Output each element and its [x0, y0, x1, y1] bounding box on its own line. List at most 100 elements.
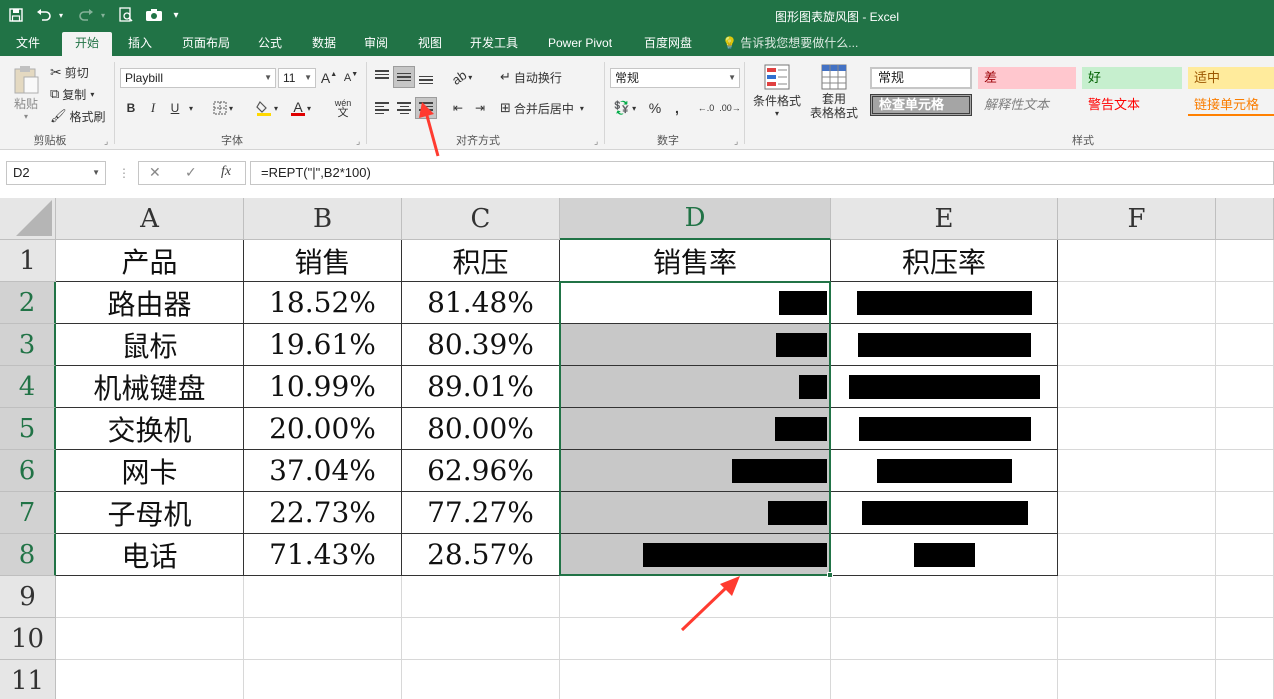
- cell-f8[interactable]: [1058, 534, 1216, 576]
- column-header-b[interactable]: B: [244, 198, 402, 240]
- style-warning[interactable]: 警告文本: [1082, 94, 1182, 116]
- cell-b4[interactable]: 10.99%: [244, 366, 402, 408]
- cell-b3[interactable]: 19.61%: [244, 324, 402, 366]
- decrease-indent-button[interactable]: ⇤: [448, 97, 468, 119]
- wrap-text-button[interactable]: ↵ 自动换行: [500, 66, 562, 88]
- increase-indent-button[interactable]: ⇥: [470, 97, 490, 119]
- column-header-c[interactable]: C: [402, 198, 560, 240]
- align-left-button[interactable]: [372, 97, 392, 119]
- cell-d8[interactable]: [560, 534, 831, 576]
- cell-c7[interactable]: 77.27%: [402, 492, 560, 534]
- font-name-combo[interactable]: Playbill ▼: [120, 68, 276, 88]
- tell-me-box[interactable]: 💡 告诉我您想要做什么...: [712, 32, 868, 56]
- phonetic-button[interactable]: wén 文: [328, 97, 358, 119]
- tab-insert[interactable]: 插入: [118, 32, 162, 56]
- cell-f10[interactable]: [1058, 618, 1216, 660]
- cell-g1[interactable]: [1216, 240, 1274, 282]
- cell-d4[interactable]: [560, 366, 831, 408]
- row-header-10[interactable]: 10: [0, 618, 56, 660]
- cell-g7[interactable]: [1216, 492, 1274, 534]
- cell-e8[interactable]: [831, 534, 1058, 576]
- cell-e4[interactable]: [831, 366, 1058, 408]
- cell-c2[interactable]: 81.48%: [402, 282, 560, 324]
- number-launcher-icon[interactable]: ⌟: [734, 136, 738, 147]
- tab-baidu-netdisk[interactable]: 百度网盘: [634, 32, 702, 56]
- cell-d2[interactable]: [560, 282, 831, 324]
- font-size-combo[interactable]: 11 ▼: [278, 68, 316, 88]
- style-check-cell[interactable]: 检查单元格: [870, 94, 972, 116]
- cell-g11[interactable]: [1216, 660, 1274, 699]
- cell-f9[interactable]: [1058, 576, 1216, 618]
- table-header-cell[interactable]: 产品: [56, 240, 244, 282]
- tab-view[interactable]: 视图: [408, 32, 452, 56]
- cell-b7[interactable]: 22.73%: [244, 492, 402, 534]
- cell-a6[interactable]: 网卡: [56, 450, 244, 492]
- cell-d9[interactable]: [560, 576, 831, 618]
- cell-f3[interactable]: [1058, 324, 1216, 366]
- row-header-6[interactable]: 6: [0, 450, 56, 492]
- cell-b9[interactable]: [244, 576, 402, 618]
- tab-home[interactable]: 开始: [62, 32, 112, 56]
- tab-file[interactable]: 文件: [6, 32, 50, 56]
- align-middle-button[interactable]: [393, 66, 415, 88]
- cell-g3[interactable]: [1216, 324, 1274, 366]
- number-format-combo[interactable]: 常规 ▼: [610, 68, 740, 88]
- tab-power-pivot[interactable]: Power Pivot: [538, 32, 622, 56]
- cell-f6[interactable]: [1058, 450, 1216, 492]
- enter-check-icon[interactable]: ✓: [185, 164, 197, 181]
- cell-c11[interactable]: [402, 660, 560, 699]
- cell-a4[interactable]: 机械键盘: [56, 366, 244, 408]
- cell-g5[interactable]: [1216, 408, 1274, 450]
- format-as-table-button[interactable]: 套用 表格格式: [804, 62, 864, 130]
- tab-formulas[interactable]: 公式: [248, 32, 292, 56]
- cell-e10[interactable]: [831, 618, 1058, 660]
- style-bad[interactable]: 差: [978, 67, 1076, 89]
- column-header-d[interactable]: D: [560, 198, 831, 240]
- table-header-cell[interactable]: 销售率: [560, 240, 831, 282]
- cell-c9[interactable]: [402, 576, 560, 618]
- font-color-button[interactable]: A ▾: [286, 97, 316, 119]
- formula-input[interactable]: =REPT("|",B2*100): [250, 161, 1274, 185]
- cell-f11[interactable]: [1058, 660, 1216, 699]
- cell-e11[interactable]: [831, 660, 1058, 699]
- conditional-formatting-button[interactable]: 条件格式 ▾: [748, 62, 806, 130]
- cell-a5[interactable]: 交换机: [56, 408, 244, 450]
- percent-style-button[interactable]: %: [646, 97, 664, 119]
- underline-button[interactable]: U: [166, 97, 184, 119]
- cell-e5[interactable]: [831, 408, 1058, 450]
- copy-button[interactable]: ⧉ 复制 ▾: [50, 83, 94, 105]
- style-explanatory[interactable]: 解释性文本: [978, 94, 1076, 116]
- cell-a3[interactable]: 鼠标: [56, 324, 244, 366]
- row-header-2[interactable]: 2: [0, 282, 56, 324]
- cell-c8[interactable]: 28.57%: [402, 534, 560, 576]
- cell-f4[interactable]: [1058, 366, 1216, 408]
- cell-d3[interactable]: [560, 324, 831, 366]
- comma-style-button[interactable]: ,: [668, 97, 686, 119]
- cell-f1[interactable]: [1058, 240, 1216, 282]
- row-header-5[interactable]: 5: [0, 408, 56, 450]
- cell-a9[interactable]: [56, 576, 244, 618]
- table-header-cell[interactable]: 积压率: [831, 240, 1058, 282]
- row-header-4[interactable]: 4: [0, 366, 56, 408]
- cell-b8[interactable]: 71.43%: [244, 534, 402, 576]
- shrink-font-button[interactable]: A ▼: [342, 67, 360, 89]
- cell-e3[interactable]: [831, 324, 1058, 366]
- cell-d7[interactable]: [560, 492, 831, 534]
- italic-button[interactable]: I: [144, 97, 162, 119]
- cell-e6[interactable]: [831, 450, 1058, 492]
- cell-c5[interactable]: 80.00%: [402, 408, 560, 450]
- select-all-button[interactable]: [0, 198, 56, 240]
- tab-page-layout[interactable]: 页面布局: [172, 32, 240, 56]
- cell-a7[interactable]: 子母机: [56, 492, 244, 534]
- clipboard-launcher-icon[interactable]: ⌟: [104, 136, 108, 147]
- cell-g10[interactable]: [1216, 618, 1274, 660]
- cell-d11[interactable]: [560, 660, 831, 699]
- column-header-f[interactable]: F: [1058, 198, 1216, 240]
- row-header-3[interactable]: 3: [0, 324, 56, 366]
- row-header-9[interactable]: 9: [0, 576, 56, 618]
- orientation-button[interactable]: ab ▾: [448, 66, 476, 88]
- cut-button[interactable]: ✂ 剪切: [50, 61, 89, 83]
- font-launcher-icon[interactable]: ⌟: [356, 136, 360, 147]
- merge-center-button[interactable]: ⊞ 合并后居中 ▾: [500, 97, 584, 119]
- insert-function-icon[interactable]: fx: [221, 164, 231, 180]
